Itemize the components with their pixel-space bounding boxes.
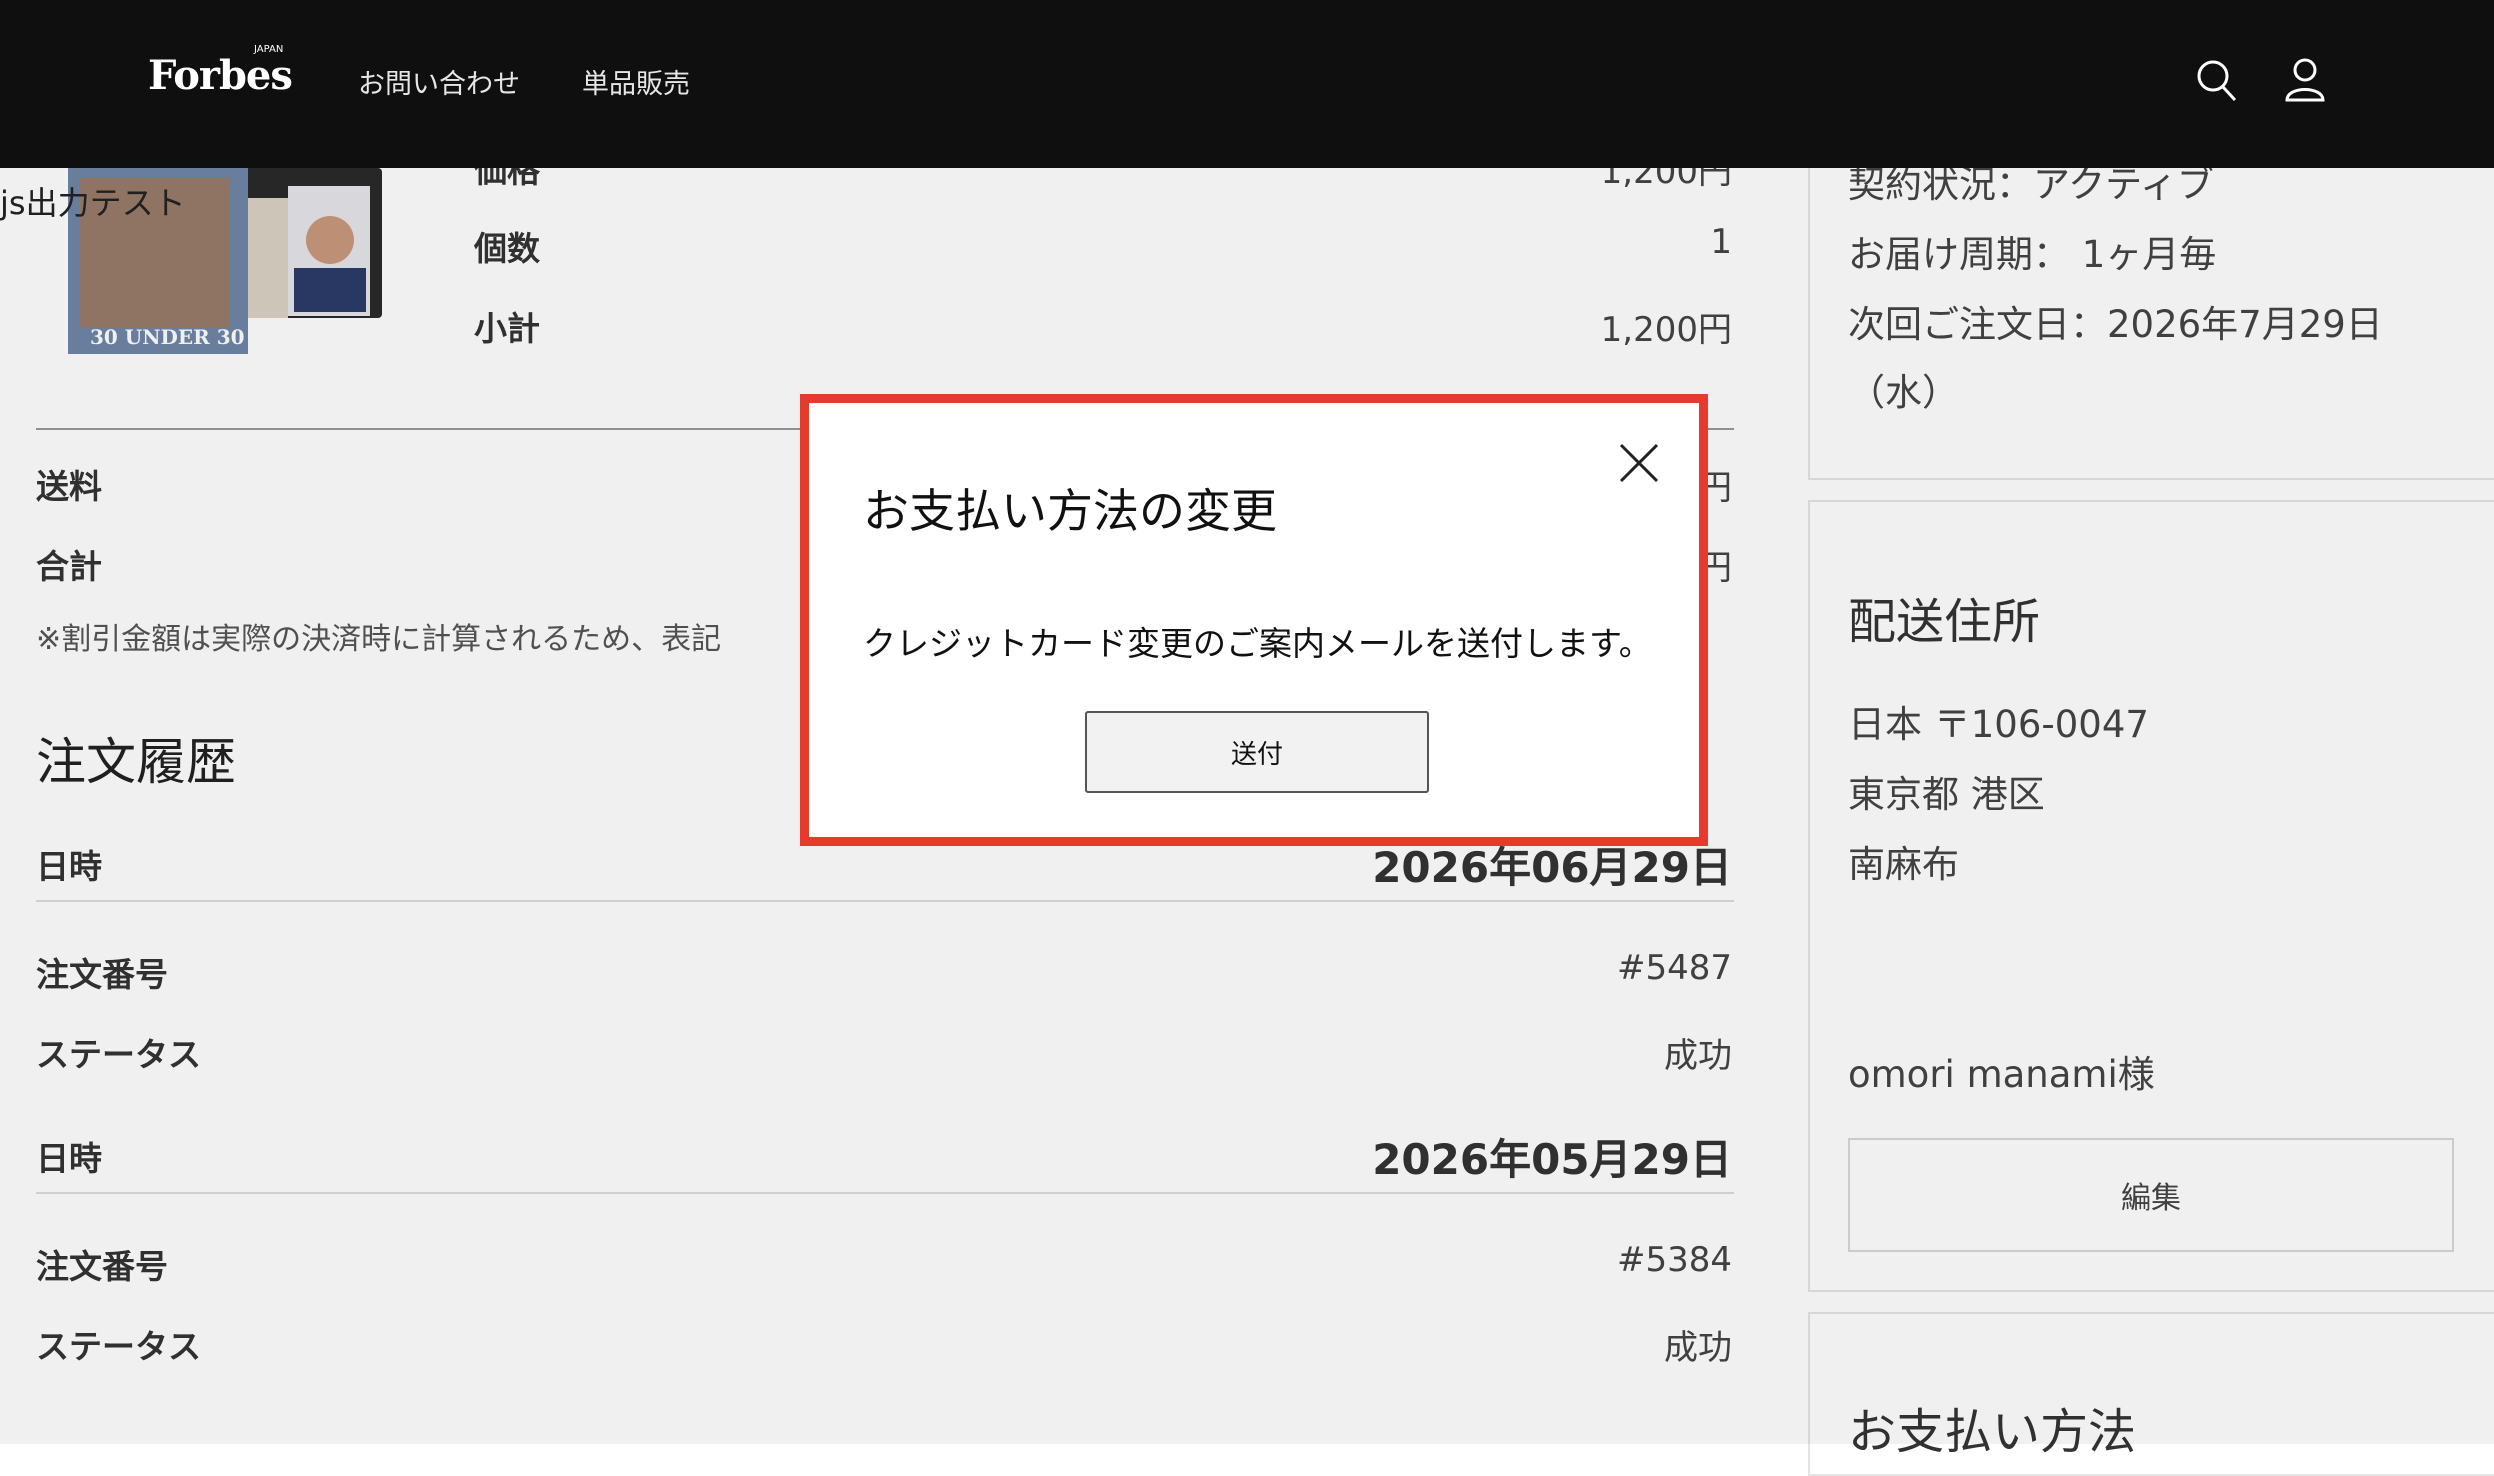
nav-contact[interactable]: お問い合わせ — [358, 62, 520, 101]
logo-japan-tag: JAPAN — [254, 44, 284, 55]
modal-message: クレジットカード変更のご案内メールを送付します。 — [863, 624, 1652, 663]
search-icon[interactable] — [2194, 56, 2240, 106]
send-button[interactable]: 送付 — [1085, 711, 1429, 793]
forbes-logo[interactable]: Forbes JAPAN — [148, 44, 293, 99]
nav-single-sales[interactable]: 単品販売 — [582, 62, 690, 101]
logo-text: Forbes — [148, 52, 293, 99]
close-icon[interactable] — [1615, 439, 1663, 487]
modal-content: お支払い方法の変更 クレジットカード変更のご案内メールを送付します。 送付 — [815, 409, 1693, 831]
site-header: Forbes JAPAN お問い合わせ 単品販売 — [0, 0, 2494, 168]
payment-change-modal: お支払い方法の変更 クレジットカード変更のご案内メールを送付します。 送付 — [800, 394, 1708, 846]
modal-title: お支払い方法の変更 — [863, 484, 1277, 538]
user-icon[interactable] — [2282, 56, 2328, 106]
page: Forbes JAPAN お問い合わせ 単品販売 30 UNDER 30 js出… — [0, 0, 2494, 1476]
